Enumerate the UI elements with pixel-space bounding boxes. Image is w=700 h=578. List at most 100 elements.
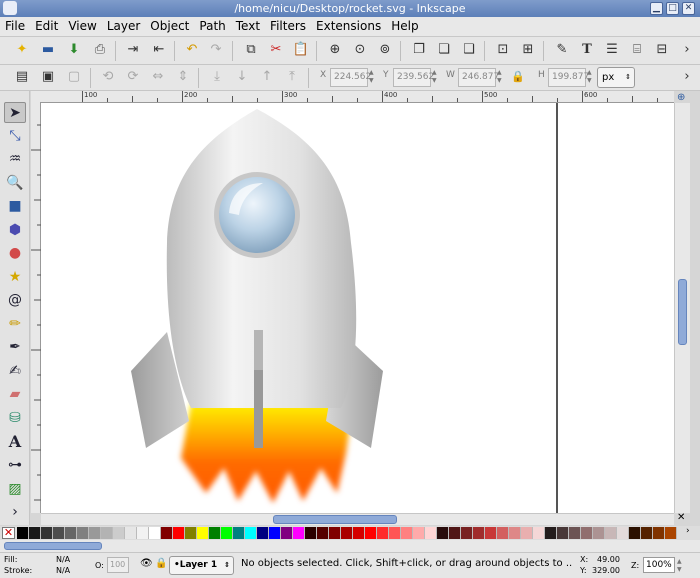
zoom-corner-icon[interactable]: ⊕ (677, 92, 685, 103)
overflow-chevron-icon[interactable]: › (677, 40, 697, 60)
menu-layer[interactable]: Layer (102, 17, 145, 36)
height-input[interactable]: 199.877 (548, 68, 589, 87)
lower-bottom-icon[interactable]: ⤓ (207, 67, 227, 87)
width-input[interactable]: 246.877 (458, 68, 499, 87)
unlink-clone-icon[interactable]: ❑ (459, 40, 479, 60)
layer-select[interactable]: •Layer 1 ⇕ (169, 556, 234, 575)
deselect-icon[interactable]: ▢ (64, 67, 84, 87)
zoom-drawing-icon[interactable]: ⊙ (350, 40, 370, 60)
color-swatch[interactable] (305, 527, 317, 539)
horizontal-ruler[interactable]: 100 200 300 400 500 600 (40, 91, 674, 103)
color-swatch[interactable] (545, 527, 557, 539)
color-swatch[interactable] (641, 527, 653, 539)
spiral-tool-icon[interactable]: @ (4, 290, 26, 311)
maximize-icon[interactable]: □ (666, 2, 679, 15)
color-swatch[interactable] (245, 527, 257, 539)
paste-icon[interactable]: 📋 (291, 40, 311, 60)
select-all-layers-icon[interactable]: ▣ (38, 67, 58, 87)
flip-horizontal-icon[interactable]: ⇔ (148, 67, 168, 87)
color-swatch[interactable] (449, 527, 461, 539)
height-spinner[interactable]: ▲ ▼ (587, 69, 594, 86)
color-swatch[interactable] (29, 527, 41, 539)
text-tool-icon[interactable]: A (4, 431, 26, 452)
color-swatch[interactable] (461, 527, 473, 539)
color-swatch[interactable] (17, 527, 29, 539)
zoom-selection-icon[interactable]: ⊕ (325, 40, 345, 60)
fill-stroke-icon[interactable]: ✎ (552, 40, 572, 60)
3d-box-tool-icon[interactable]: ⬢ (4, 220, 26, 241)
no-paint-swatch[interactable]: ✕ (2, 527, 15, 539)
cms-toggle-icon[interactable]: ✕ (677, 512, 685, 523)
vertical-scroll-thumb[interactable] (678, 279, 687, 345)
color-swatch[interactable] (341, 527, 353, 539)
color-swatch[interactable] (533, 527, 545, 539)
paint-bucket-tool-icon[interactable]: ⛁ (4, 408, 26, 429)
align-distribute-icon[interactable]: ⊟ (652, 40, 672, 60)
zoom-tool-icon[interactable]: 🔍 (4, 173, 26, 194)
horizontal-scrollbar[interactable]: ✕ (41, 512, 685, 525)
color-swatch[interactable] (101, 527, 113, 539)
menu-object[interactable]: Object (145, 17, 194, 36)
minimize-icon[interactable]: ▁ (650, 2, 663, 15)
color-swatch[interactable] (437, 527, 449, 539)
color-swatch[interactable] (173, 527, 185, 539)
overflow-chevron-icon[interactable]: › (677, 67, 697, 87)
color-swatch[interactable] (161, 527, 173, 539)
color-swatch[interactable] (329, 527, 341, 539)
color-swatch[interactable] (425, 527, 437, 539)
ungroup-icon[interactable]: ⊞ (518, 40, 538, 60)
open-icon[interactable]: ▬ (38, 40, 58, 60)
zoom-input[interactable]: 100% (643, 557, 675, 573)
color-swatch[interactable] (53, 527, 65, 539)
color-swatch[interactable] (77, 527, 89, 539)
rectangle-tool-icon[interactable]: ■ (4, 196, 26, 217)
color-swatch[interactable] (581, 527, 593, 539)
color-swatch[interactable] (617, 527, 629, 539)
flip-vertical-icon[interactable]: ⇕ (173, 67, 193, 87)
gradient-tool-icon[interactable]: ▨ (4, 479, 26, 500)
redo-icon[interactable]: ↷ (206, 40, 226, 60)
color-swatch[interactable] (413, 527, 425, 539)
pen-tool-icon[interactable]: ✒ (4, 337, 26, 358)
color-swatch[interactable] (149, 527, 161, 539)
color-swatch[interactable] (629, 527, 641, 539)
pencil-tool-icon[interactable]: ✏ (4, 314, 26, 335)
width-spinner[interactable]: ▲ ▼ (497, 69, 504, 86)
palette-scroll-thumb[interactable] (4, 542, 102, 550)
layer-lock-icon[interactable]: 🔒 (155, 558, 167, 569)
rotate-ccw-icon[interactable]: ⟲ (98, 67, 118, 87)
rotate-cw-icon[interactable]: ⟳ (123, 67, 143, 87)
lock-icon[interactable]: 🔒 (508, 67, 528, 87)
node-tool-icon[interactable]: ⤡ (4, 126, 26, 147)
color-swatch[interactable] (521, 527, 533, 539)
undo-icon[interactable]: ↶ (182, 40, 202, 60)
x-spinner[interactable]: ▲ ▼ (369, 69, 376, 86)
palette-chevron-icon[interactable]: › (686, 526, 690, 536)
connector-tool-icon[interactable]: ⊶ (4, 455, 26, 476)
group-icon[interactable]: ⊡ (493, 40, 513, 60)
menu-text[interactable]: Text (231, 17, 265, 36)
more-tools-chevron-icon[interactable]: › (4, 502, 26, 523)
import-icon[interactable]: ⇥ (123, 40, 143, 60)
menu-edit[interactable]: Edit (30, 17, 63, 36)
star-tool-icon[interactable]: ★ (4, 267, 26, 288)
color-swatch[interactable] (281, 527, 293, 539)
layers-icon[interactable]: ☰ (602, 40, 622, 60)
layer-visibility-icon[interactable]: 👁 (140, 558, 153, 569)
vertical-ruler[interactable] (31, 103, 41, 513)
color-swatch[interactable] (317, 527, 329, 539)
print-icon[interactable]: ⎙ (90, 40, 110, 60)
color-swatch[interactable] (653, 527, 665, 539)
color-swatch[interactable] (569, 527, 581, 539)
horizontal-scroll-thumb[interactable] (273, 515, 397, 524)
opacity-input[interactable]: 100 (107, 557, 129, 573)
color-swatch[interactable] (665, 527, 677, 539)
color-swatch[interactable] (89, 527, 101, 539)
raise-top-icon[interactable]: ⤒ (282, 67, 302, 87)
color-swatch[interactable] (221, 527, 233, 539)
select-all-icon[interactable]: ▤ (12, 67, 32, 87)
palette-scrollbar[interactable] (0, 540, 700, 552)
zoom-page-icon[interactable]: ⊚ (375, 40, 395, 60)
drawing-canvas[interactable] (41, 103, 674, 513)
x-input[interactable]: 224.562 (330, 68, 371, 87)
